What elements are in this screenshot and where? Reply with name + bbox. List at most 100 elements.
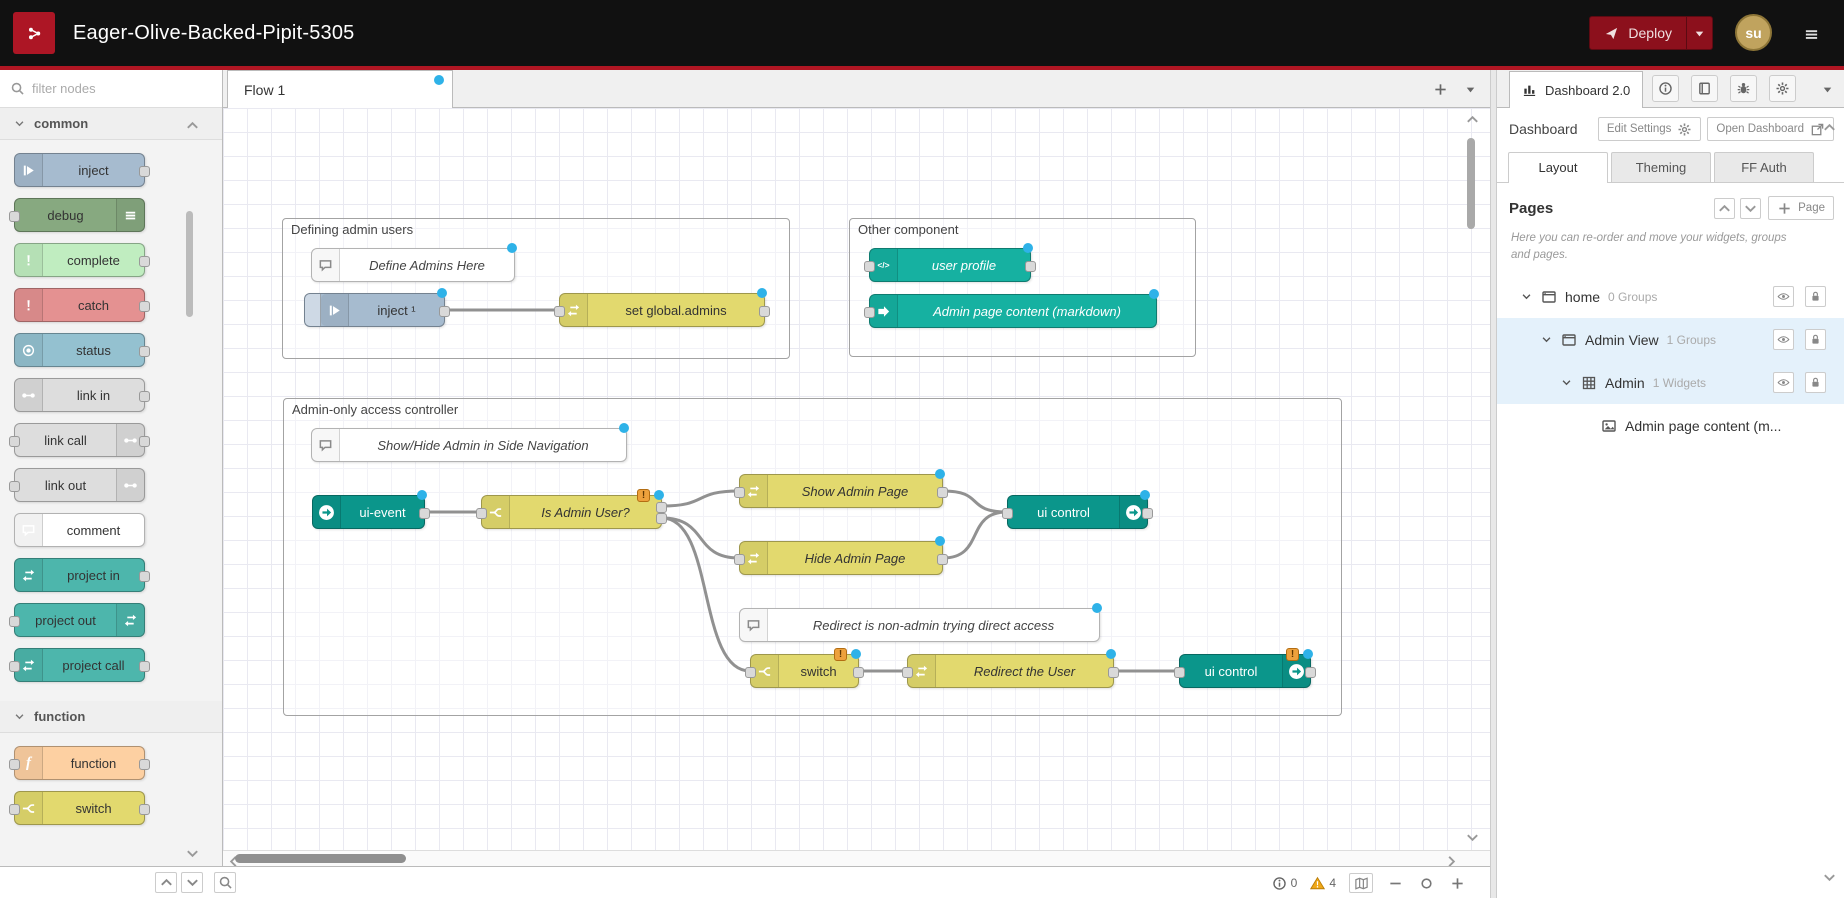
palette-node-project-in[interactable]: project in <box>14 558 145 592</box>
flow-node-switch[interactable]: switch! <box>750 654 859 688</box>
output-port[interactable] <box>139 759 150 770</box>
flow-node-hide-admin-page[interactable]: Hide Admin Page <box>739 541 943 575</box>
output-port[interactable] <box>1305 667 1316 678</box>
input-port[interactable] <box>9 436 20 447</box>
h-scrollbar-thumb[interactable] <box>235 854 406 863</box>
flow-node-inject[interactable]: inject ¹ <box>304 293 445 327</box>
input-port[interactable] <box>9 759 20 770</box>
output-port[interactable] <box>139 256 150 267</box>
flow-node-set-global-admins[interactable]: set global.admins <box>559 293 765 327</box>
lock-button[interactable] <box>1805 286 1826 307</box>
page-tree-row-home[interactable]: home0 Groups <box>1497 275 1844 318</box>
tab-dashboard-2[interactable]: Dashboard 2.0 <box>1509 71 1643 108</box>
page-tree-row-admin-page-content-m[interactable]: Admin page content (m... <box>1497 404 1844 447</box>
tab-ff-auth[interactable]: FF Auth <box>1714 152 1814 182</box>
palette-node-inject[interactable]: inject <box>14 153 145 187</box>
deploy-options-button[interactable] <box>1686 17 1712 49</box>
output-port[interactable] <box>139 166 150 177</box>
flow-tab[interactable]: Flow 1 <box>227 70 453 108</box>
output-port[interactable] <box>139 804 150 815</box>
tab-layout[interactable]: Layout <box>1508 152 1608 183</box>
user-avatar[interactable]: su <box>1735 14 1772 51</box>
zoom-reset-button[interactable] <box>1417 873 1435 893</box>
output-port[interactable] <box>1025 261 1036 272</box>
page-tree-row-admin[interactable]: Admin1 Widgets <box>1497 361 1844 404</box>
inject-trigger-button[interactable] <box>305 294 321 326</box>
lock-button[interactable] <box>1805 372 1826 393</box>
palette-scroll-up-icon[interactable] <box>185 118 200 133</box>
minimap-button[interactable] <box>1349 873 1373 893</box>
palette-node-complete[interactable]: complete <box>14 243 145 277</box>
collapse-up-button[interactable] <box>155 872 177 893</box>
visibility-button[interactable] <box>1773 372 1794 393</box>
footer-search-button[interactable] <box>214 872 236 893</box>
notifications-warning[interactable]: 4 <box>1310 876 1336 891</box>
input-port[interactable] <box>9 481 20 492</box>
canvas-vertical-scrollbar[interactable] <box>1467 138 1475 229</box>
input-port[interactable] <box>1002 508 1013 519</box>
output-port[interactable] <box>419 508 430 519</box>
settings-button[interactable] <box>1769 75 1796 102</box>
notifications-info[interactable]: 0 <box>1272 876 1298 891</box>
add-flow-button[interactable] <box>1428 77 1452 101</box>
output-port[interactable] <box>139 391 150 402</box>
input-port[interactable] <box>554 306 565 317</box>
output-port[interactable] <box>139 301 150 312</box>
visibility-button[interactable] <box>1773 329 1794 350</box>
input-port[interactable] <box>9 661 20 672</box>
info-button[interactable] <box>1652 75 1679 102</box>
palette-search-input[interactable] <box>32 81 212 96</box>
wire[interactable] <box>943 512 1007 558</box>
output-port[interactable] <box>853 667 864 678</box>
wire[interactable] <box>662 518 750 671</box>
flow-node-ui-event[interactable]: ui-event <box>312 495 425 529</box>
input-port[interactable] <box>864 261 875 272</box>
output-port[interactable] <box>139 346 150 357</box>
flow-node-comment-redirect[interactable]: Redirect is non-admin trying direct acce… <box>739 608 1100 642</box>
palette-node-link-in[interactable]: link in <box>14 378 145 412</box>
sidebar-tabs-menu-button[interactable] <box>1820 82 1835 97</box>
edit-settings-button[interactable]: Edit Settings <box>1598 117 1702 141</box>
chevron-down-icon[interactable] <box>1541 334 1553 345</box>
debug-button[interactable] <box>1730 75 1757 102</box>
input-port[interactable] <box>1174 667 1185 678</box>
palette-scroll-down-icon[interactable] <box>185 846 200 861</box>
move-up-button[interactable] <box>1714 198 1735 219</box>
palette-node-catch[interactable]: catch <box>14 288 145 322</box>
output-port[interactable] <box>139 661 150 672</box>
chevron-down-icon[interactable] <box>1561 377 1573 388</box>
palette-node-project-out[interactable]: project out <box>14 603 145 637</box>
flow-node-comment-show-hide[interactable]: Show/Hide Admin in Side Navigation <box>311 428 627 462</box>
output-port[interactable] <box>656 513 667 524</box>
canvas-horizontal-scrollbar[interactable] <box>223 850 1490 866</box>
deploy-button[interactable]: Deploy <box>1589 16 1713 50</box>
input-port[interactable] <box>476 508 487 519</box>
input-port[interactable] <box>745 667 756 678</box>
output-port[interactable] <box>139 436 150 447</box>
main-menu-button[interactable] <box>1796 21 1826 47</box>
flow-node-show-admin-page[interactable]: Show Admin Page <box>739 474 943 508</box>
add-page-button[interactable]: Page <box>1768 196 1834 220</box>
flow-node-comment-define-admins[interactable]: Define Admins Here <box>311 248 515 282</box>
wire[interactable] <box>662 518 739 558</box>
lock-button[interactable] <box>1805 329 1826 350</box>
sidebar-scroll-up-icon[interactable] <box>1822 120 1837 135</box>
input-port[interactable] <box>734 554 745 565</box>
wire[interactable] <box>943 491 1007 512</box>
palette-node-link-out[interactable]: link out <box>14 468 145 502</box>
palette-node-link-call[interactable]: link call <box>14 423 145 457</box>
flow-node-user-profile[interactable]: </>user profile <box>869 248 1031 282</box>
flow-node-is-admin-user[interactable]: Is Admin User?! <box>481 495 662 529</box>
visibility-button[interactable] <box>1773 286 1794 307</box>
palette-node-comment[interactable]: comment <box>14 513 145 547</box>
sidebar-splitter[interactable] <box>1490 70 1497 898</box>
palette-node-function[interactable]: ffunction <box>14 746 145 780</box>
palette-node-status[interactable]: status <box>14 333 145 367</box>
output-port[interactable] <box>656 502 667 513</box>
flow-node-redirect-the-user[interactable]: Redirect the User <box>907 654 1114 688</box>
chevron-down-icon[interactable] <box>1521 291 1533 302</box>
input-port[interactable] <box>9 804 20 815</box>
open-dashboard-button[interactable]: Open Dashboard <box>1707 117 1834 141</box>
input-port[interactable] <box>864 307 875 318</box>
docs-button[interactable] <box>1691 75 1718 102</box>
